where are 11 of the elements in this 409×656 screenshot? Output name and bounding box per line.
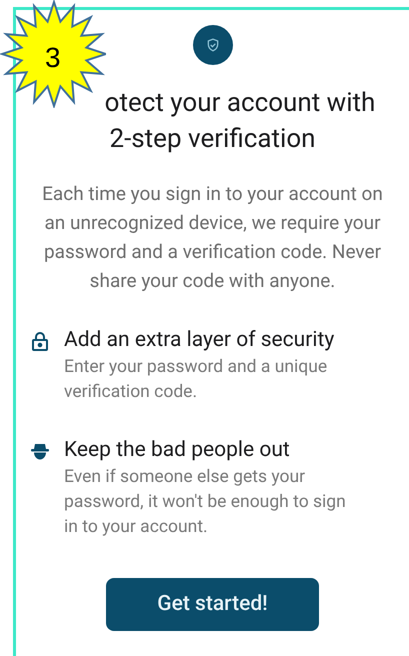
feature-heading: Keep the bad people out (64, 437, 291, 464)
shield-icon (192, 25, 232, 65)
get-started-button[interactable]: Get started! (106, 578, 319, 631)
lock-icon (31, 332, 49, 352)
feature-description: Enter your password and a unique verification code. (64, 356, 328, 404)
feature-description: Even if someone else gets your password, it won't be enough to sign in to your account. (64, 466, 347, 539)
title: otect your account with 2-step verification (104, 87, 376, 156)
intro-paragraph: Each time you sign in to your account on an unrecognized device, we require your password and a verification code. Never share your code with anyone. (41, 181, 384, 294)
feature-heading: Add an extra layer of security (64, 327, 336, 354)
badge-number: 3 (45, 42, 61, 74)
hat-figure-icon (31, 442, 49, 460)
